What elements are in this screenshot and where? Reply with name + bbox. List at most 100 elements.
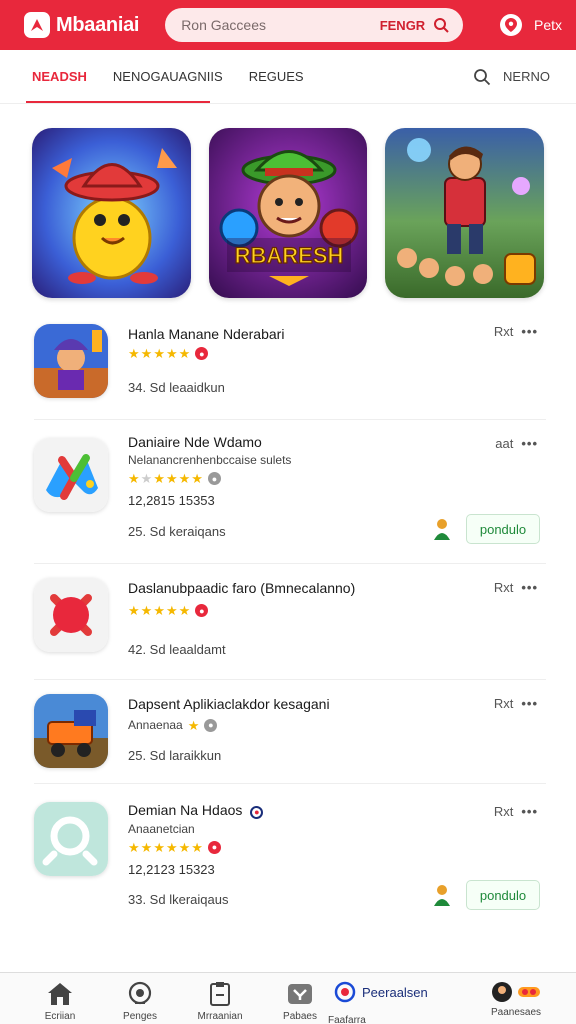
- star-icon: ★: [153, 603, 165, 618]
- target-icon: [334, 981, 356, 1003]
- app-icon-controller: [34, 438, 108, 512]
- nav-label: Ecriian: [44, 1011, 76, 1022]
- star-icon: ★: [128, 603, 140, 618]
- nav-item-favorites[interactable]: Peeraalsen Faafarra: [328, 981, 432, 1024]
- app-price: Rxt: [493, 696, 514, 711]
- app-icon-truck: [34, 694, 108, 768]
- rating-stars: ★ ★ ★ ★ ★ ●: [128, 604, 546, 617]
- bottom-navigation: Ecriian Penges Mrraanian Pabaes Peeraals…: [0, 972, 576, 1024]
- more-options-icon[interactable]: •••: [521, 436, 538, 451]
- brand-name: Mbaaniai: [56, 13, 140, 36]
- download-count: 25. Sd laraikkun: [128, 748, 222, 763]
- user-icon: [434, 519, 450, 540]
- compass-icon: [128, 981, 152, 1005]
- info-badge-icon: ●: [195, 347, 209, 360]
- featured-artwork-hero: RBARESH: [208, 128, 368, 298]
- star-icon: ★: [165, 603, 178, 618]
- rating-stars: ★ ★ ★ ★ ★ ★ ●: [128, 472, 546, 485]
- list-item[interactable]: Dapsent Aplikiaclakdor kesagani Annaenaa…: [34, 680, 546, 784]
- star-icon: ★: [128, 839, 140, 855]
- star-icon: ★: [165, 839, 178, 855]
- more-options-icon[interactable]: •••: [521, 580, 538, 595]
- more-options-icon[interactable]: •••: [521, 696, 538, 711]
- featured-card-1[interactable]: [32, 128, 191, 298]
- info-badge-icon: ●: [204, 718, 218, 732]
- info-badge-icon: ●: [207, 840, 221, 854]
- star-icon: ★: [153, 346, 165, 361]
- app-price: aat: [495, 436, 514, 451]
- app-price: Rxt: [493, 324, 514, 339]
- star-icon: ★: [178, 346, 191, 361]
- featured-title: RBARESH: [234, 243, 343, 268]
- more-options-icon[interactable]: •••: [521, 804, 538, 819]
- tab-more[interactable]: NERNO: [503, 69, 550, 84]
- tab-featured[interactable]: NEADSH: [32, 50, 87, 104]
- nav-item-profile[interactable]: Paanesaes: [476, 981, 556, 1018]
- app-name-text: Demian Na Hdaos: [128, 802, 243, 818]
- star-icon: ★: [128, 346, 140, 361]
- nav-item-explore[interactable]: Penges: [100, 981, 180, 1022]
- app-stats: 12,2815 15353: [128, 493, 215, 508]
- list-item[interactable]: Daniaire Nde Wdamo Nelanancrenhenbccaise…: [34, 420, 546, 564]
- install-button[interactable]: pondulo: [466, 880, 540, 910]
- download-count: 25. Sd keraiqans: [128, 524, 226, 539]
- info-badge-icon: ●: [195, 604, 209, 617]
- star-icon: ★: [128, 471, 140, 486]
- star-icon: ★: [140, 346, 153, 361]
- brand-logo-icon: [24, 12, 50, 38]
- app-stats: 12,2123 15323: [128, 861, 215, 877]
- app-name: Daslanubpaadic faro (Bmnecalanno): [128, 580, 356, 596]
- nav-label: Paanesaes: [490, 1007, 542, 1018]
- star-icon: ★: [140, 603, 153, 618]
- row-actions: Rxt •••: [494, 696, 538, 711]
- star-icon: ★: [178, 603, 191, 618]
- featured-carousel: RBARESH: [0, 104, 576, 298]
- row-actions: Rxt •••: [494, 324, 538, 339]
- app-name: Hanla Manane Nderabari: [128, 326, 285, 342]
- tab-regions[interactable]: REGUES: [249, 50, 304, 104]
- more-options-icon[interactable]: •••: [521, 324, 538, 339]
- featured-artwork-battle: [385, 128, 545, 298]
- download-count: 34. Sd leaaidkun: [128, 380, 225, 395]
- brand-logo[interactable]: Mbaaniai: [24, 12, 139, 38]
- download-count: 33. Sd lkeraiqaus: [128, 892, 229, 907]
- star-icon: ★: [178, 839, 191, 855]
- nav-special-label: Peeraalsen: [362, 984, 428, 1000]
- install-button[interactable]: pondulo: [466, 514, 540, 544]
- featured-card-2[interactable]: RBARESH: [208, 128, 368, 298]
- app-icon-cross: [34, 578, 108, 652]
- rating-stars: Annaenaa ★ ●: [128, 718, 546, 732]
- list-item[interactable]: Hanla Manane Nderabari ★ ★ ★ ★ ★ ● 34. Sd le…: [34, 322, 546, 420]
- avatar-icon: [492, 982, 512, 1002]
- row-actions: Rxt •••: [494, 804, 538, 819]
- coins-icon: [518, 987, 540, 997]
- tab-categories[interactable]: NENOGAUAGNIIS: [113, 50, 223, 104]
- app-icon-magnifier: [34, 802, 108, 876]
- list-item[interactable]: Demian Na Hdaos ● Anaanetcian ★ ★ ★ ★ ★ ★ ● 1…: [34, 784, 546, 934]
- search-icon[interactable]: [433, 17, 449, 33]
- profile-link[interactable]: Petx: [534, 17, 562, 33]
- featured-card-3[interactable]: [385, 128, 545, 298]
- info-badge-icon: ●: [207, 472, 221, 485]
- app-subtitle: Nelanancrenhenbccaise sulets: [128, 453, 292, 467]
- star-icon: ★: [140, 839, 153, 855]
- star-icon: ★: [187, 717, 200, 733]
- list-item[interactable]: Daslanubpaadic faro (Bmnecalanno) ★ ★ ★ ★ ★ …: [34, 564, 546, 680]
- nav-label: Penges: [123, 1011, 157, 1022]
- search-input[interactable]: [181, 17, 380, 33]
- app-name: Dapsent Aplikiaclakdor kesagani: [128, 696, 330, 712]
- app-price: Rxt: [493, 580, 514, 595]
- location-pin-icon[interactable]: [499, 14, 522, 36]
- top-app-bar: Mbaaniai FENGR Petx: [0, 0, 576, 50]
- search-icon[interactable]: [473, 68, 491, 86]
- search-bar[interactable]: FENGR: [165, 8, 464, 42]
- verified-badge-icon: ●: [250, 805, 264, 819]
- search-filter-label[interactable]: FENGR: [380, 18, 426, 33]
- star-icon: ★: [153, 839, 165, 855]
- nav-item-library[interactable]: Mrraanian: [180, 981, 260, 1022]
- nav-label: Pabaes: [283, 1011, 317, 1022]
- home-icon: [48, 983, 72, 1005]
- nav-item-home[interactable]: Ecriian: [20, 981, 100, 1022]
- active-tab-indicator: [26, 101, 210, 103]
- nav-label: Mrraanian: [197, 1011, 243, 1022]
